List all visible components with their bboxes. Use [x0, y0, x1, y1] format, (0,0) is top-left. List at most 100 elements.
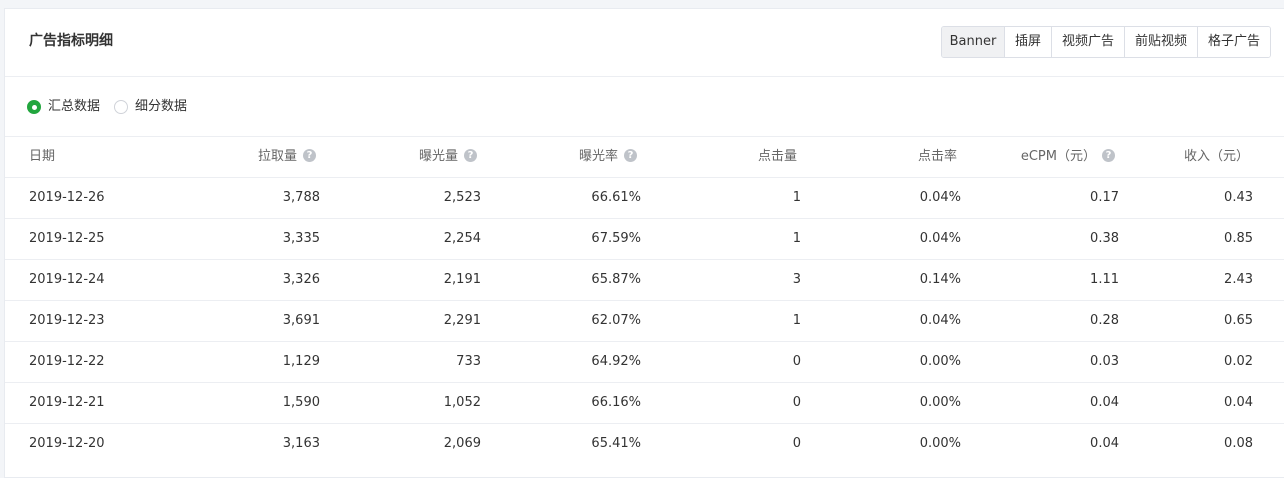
cell-fetch-count: 3,326 — [282, 272, 320, 287]
table-header-row: 日期 拉取量? 曝光量? 曝光率? 点击量 点击率 eCPM（元）? 收入（元） — [5, 136, 1284, 177]
cell-click-rate: 0.00% — [919, 354, 961, 369]
column-header-label: 曝光量 — [418, 149, 458, 164]
cell-ecpm: 0.04 — [1090, 436, 1119, 451]
question-circle-icon[interactable]: ? — [624, 149, 637, 162]
cell-date: 2019-12-25 — [29, 231, 105, 246]
cell-impressions: 1,052 — [443, 395, 481, 410]
cell-ecpm: 0.17 — [1090, 190, 1119, 205]
cell-clicks: 1 — [792, 190, 801, 205]
table-row: 2019-12-24 3,326 2,191 65.87% 3 0.14% 1.11 2.43 — [5, 259, 1284, 300]
cell-impression-rate: 66.61% — [591, 190, 641, 205]
cell-revenue: 2.43 — [1224, 272, 1253, 287]
cell-impression-rate: 67.59% — [591, 231, 641, 246]
column-header-label: 拉取量 — [257, 149, 297, 164]
metrics-table: 日期 拉取量? 曝光量? 曝光率? 点击量 点击率 eCPM（元）? 收入（元） 2019-1… — [5, 136, 1284, 464]
cell-clicks: 1 — [792, 231, 801, 246]
cell-date: 2019-12-26 — [29, 190, 105, 205]
cell-fetch-count: 1,129 — [282, 354, 320, 369]
column-header-impressions: 曝光量? — [325, 137, 477, 177]
cell-impressions: 2,191 — [443, 272, 481, 287]
column-header-clicks: 点击量 — [645, 137, 797, 177]
column-header-label: 点击量 — [757, 149, 797, 164]
tab-preroll-video[interactable]: 前贴视频 — [1124, 27, 1197, 57]
ad-type-tabs: Banner 插屏 视频广告 前贴视频 格子广告 — [941, 26, 1271, 58]
cell-revenue: 0.65 — [1224, 313, 1253, 328]
cell-impressions: 2,291 — [443, 313, 481, 328]
cell-clicks: 0 — [792, 395, 801, 410]
column-header-revenue: 收入（元） — [1105, 137, 1249, 177]
cell-fetch-count: 3,691 — [282, 313, 320, 328]
radio-summary-data[interactable]: 汇总数据 — [27, 97, 100, 117]
cell-impression-rate: 62.07% — [591, 313, 641, 328]
table-row: 2019-12-20 3,163 2,069 65.41% 0 0.00% 0.04 0.08 — [5, 423, 1284, 464]
cell-date: 2019-12-23 — [29, 313, 105, 328]
table-row: 2019-12-25 3,335 2,254 67.59% 1 0.04% 0.38 0.85 — [5, 218, 1284, 259]
cell-fetch-count: 3,335 — [282, 231, 320, 246]
cell-ecpm: 0.03 — [1090, 354, 1119, 369]
question-circle-icon[interactable]: ? — [303, 149, 316, 162]
cell-impressions: 2,254 — [443, 231, 481, 246]
cell-impressions: 2,523 — [443, 190, 481, 205]
cell-date: 2019-12-22 — [29, 354, 105, 369]
table-row: 2019-12-26 3,788 2,523 66.61% 1 0.04% 0.17 0.43 — [5, 177, 1284, 218]
cell-impressions: 2,069 — [443, 436, 481, 451]
cell-click-rate: 0.14% — [919, 272, 961, 287]
tab-grid-ad[interactable]: 格子广告 — [1197, 27, 1270, 57]
column-header-label: 点击率 — [917, 149, 957, 164]
radio-checked-icon[interactable] — [27, 100, 41, 114]
cell-click-rate: 0.04% — [919, 190, 961, 205]
cell-clicks: 0 — [792, 436, 801, 451]
column-header-date: 日期 — [29, 137, 179, 177]
cell-ecpm: 0.38 — [1090, 231, 1119, 246]
cell-revenue: 0.43 — [1224, 190, 1253, 205]
cell-ecpm: 0.04 — [1090, 395, 1119, 410]
cell-click-rate: 0.00% — [919, 395, 961, 410]
cell-clicks: 1 — [792, 313, 801, 328]
column-header-label: 收入（元） — [1183, 149, 1249, 164]
cell-revenue: 0.04 — [1224, 395, 1253, 410]
card-header: 广告指标明细 Banner 插屏 视频广告 前贴视频 格子广告 — [5, 9, 1284, 77]
column-header-fetch-count: 拉取量? — [165, 137, 316, 177]
question-circle-icon[interactable]: ? — [464, 149, 477, 162]
column-header-label: 曝光率 — [578, 149, 618, 164]
cell-impression-rate: 64.92% — [591, 354, 641, 369]
column-header-label: eCPM（元） — [1020, 149, 1096, 164]
cell-revenue: 0.08 — [1224, 436, 1253, 451]
tab-interstitial[interactable]: 插屏 — [1004, 27, 1051, 57]
table-row: 2019-12-22 1,129 733 64.92% 0 0.00% 0.03 0.02 — [5, 341, 1284, 382]
tab-banner[interactable]: Banner — [942, 27, 1004, 57]
column-header-ecpm: eCPM（元）? — [965, 137, 1115, 177]
cell-impressions: 733 — [456, 354, 481, 369]
column-header-label: 日期 — [29, 149, 56, 164]
cell-date: 2019-12-20 — [29, 436, 105, 451]
cell-clicks: 3 — [792, 272, 801, 287]
cell-click-rate: 0.04% — [919, 313, 961, 328]
cell-fetch-count: 3,163 — [282, 436, 320, 451]
cell-impression-rate: 66.16% — [591, 395, 641, 410]
radio-label: 汇总数据 — [48, 99, 101, 114]
cell-clicks: 0 — [792, 354, 801, 369]
radio-unchecked-icon[interactable] — [114, 100, 129, 114]
cell-click-rate: 0.00% — [919, 436, 961, 451]
cell-fetch-count: 1,590 — [282, 395, 320, 410]
cell-revenue: 0.02 — [1224, 354, 1253, 369]
cell-ecpm: 0.28 — [1090, 313, 1119, 328]
radio-label: 细分数据 — [135, 99, 188, 114]
cell-fetch-count: 3,788 — [282, 190, 320, 205]
cell-date: 2019-12-21 — [29, 395, 105, 410]
cell-ecpm: 1.11 — [1090, 272, 1119, 287]
cell-date: 2019-12-24 — [29, 272, 105, 287]
tab-video-ad[interactable]: 视频广告 — [1051, 27, 1124, 57]
table-row: 2019-12-23 3,691 2,291 62.07% 1 0.04% 0.28 0.65 — [5, 300, 1284, 341]
column-header-click-rate: 点击率 — [805, 137, 957, 177]
ad-metrics-card: 广告指标明细 Banner 插屏 视频广告 前贴视频 格子广告 汇总数据 细分数… — [4, 8, 1284, 478]
cell-impression-rate: 65.87% — [591, 272, 641, 287]
card-title: 广告指标明细 — [29, 33, 113, 49]
cell-revenue: 0.85 — [1224, 231, 1253, 246]
data-mode-radio-group: 汇总数据 细分数据 — [27, 97, 201, 117]
column-header-impression-rate: 曝光率? — [485, 137, 637, 177]
cell-click-rate: 0.04% — [919, 231, 961, 246]
table-row: 2019-12-21 1,590 1,052 66.16% 0 0.00% 0.04 0.04 — [5, 382, 1284, 423]
radio-detailed-data[interactable]: 细分数据 — [114, 97, 187, 117]
cell-impression-rate: 65.41% — [591, 436, 641, 451]
